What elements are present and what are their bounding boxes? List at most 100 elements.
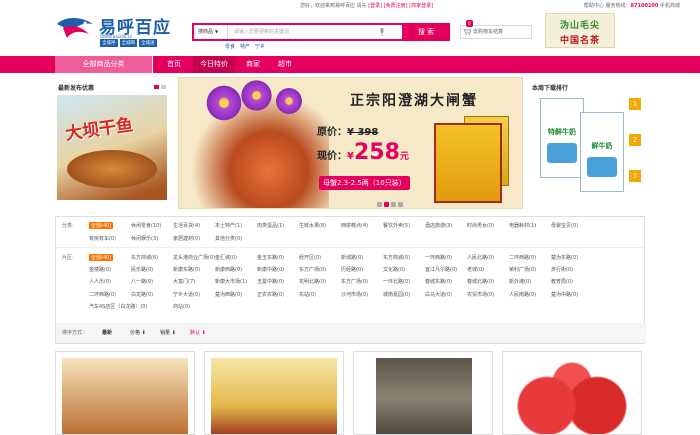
product-card[interactable]: [353, 351, 493, 435]
hot-word-link[interactable]: 宁乡: [255, 43, 265, 50]
filter-option[interactable]: 母婴宝贝(0): [551, 222, 578, 229]
filter-option[interactable]: 有房有车(0): [89, 235, 116, 242]
hot-word-link[interactable]: 特产: [240, 43, 250, 50]
filter-option[interactable]: 东方广场(0): [341, 278, 368, 285]
rank-badge[interactable]: 1: [629, 98, 641, 110]
filter-option[interactable]: 商站(0): [173, 303, 190, 310]
filter-option[interactable]: 其他分类(0): [215, 235, 242, 242]
filter-option[interactable]: 休闲娱乐(3): [131, 235, 158, 242]
filter-option[interactable]: 步行街(0): [551, 266, 573, 273]
filter-option[interactable]: 农贸市场(0): [467, 291, 494, 298]
filter-option[interactable]: 生鲜水果(8): [299, 222, 326, 229]
filter-option[interactable]: 新康东路(0): [173, 266, 200, 273]
filter-option[interactable]: 酒店旅游(3): [425, 222, 452, 229]
filter-option[interactable]: 人民北路(0): [467, 254, 494, 261]
filter-option[interactable]: 生活百货(4): [173, 222, 200, 229]
filter-option[interactable]: 白龙路(0): [131, 291, 153, 298]
site-logo[interactable]: 易呼百应 WWW.bai100.cn 全城呼 全城购 全城送: [55, 12, 195, 48]
nav-item-supermarket[interactable]: 超市: [271, 56, 299, 73]
filter-option[interactable]: 八一路(0): [131, 278, 153, 285]
milk-carton-image[interactable]: 特鲜牛奶: [540, 98, 584, 178]
login-link[interactable]: [登录]: [368, 3, 382, 9]
filter-option[interactable]: 金楼路(0): [89, 266, 111, 273]
filter-option[interactable]: 新城路(0): [341, 254, 363, 261]
filter-option[interactable]: 春城北路(0): [467, 278, 494, 285]
nav-item-daily-deals[interactable]: 今日特价: [193, 56, 235, 73]
cart-button[interactable]: 0 去购物车结算: [460, 20, 532, 39]
filter-option[interactable]: 楚沩东路(0): [551, 254, 578, 261]
filter-option[interactable]: 楚沩中路(0): [551, 291, 578, 298]
sort-default[interactable]: 默认 ⬇: [190, 329, 206, 336]
filter-option[interactable]: 沙河市场(0): [341, 291, 368, 298]
pager-dot[interactable]: [377, 202, 382, 207]
search-input[interactable]: 请输入您要搜索的关键词: [234, 25, 384, 39]
filter-option[interactable]: 白马大道(0): [425, 291, 452, 298]
filter-option[interactable]: 时尚男女(0): [467, 222, 494, 229]
pager-dot[interactable]: [398, 202, 403, 207]
filter-option[interactable]: 人民南路(0): [509, 291, 536, 298]
pager-dot[interactable]: [391, 202, 396, 207]
filter-option[interactable]: 城南嘉园(0): [383, 291, 410, 298]
filter-option[interactable]: 经开区(0): [299, 254, 321, 261]
pager-dot[interactable]: [161, 85, 166, 89]
filter-option[interactable]: 历经路(0): [341, 266, 363, 273]
filter-option[interactable]: 西饼糕点(4): [341, 222, 368, 229]
sort-sales[interactable]: 销量 ⬇: [160, 329, 176, 336]
filter-option[interactable]: 一环西路(0): [425, 254, 452, 261]
mobile-link[interactable]: 手机商城: [660, 3, 680, 9]
filter-option[interactable]: 一环北路(0): [383, 278, 410, 285]
filter-option[interactable]: 新康大市场(1): [215, 278, 247, 285]
filter-option[interactable]: 全部(40): [89, 254, 114, 261]
hot-word-link[interactable]: 零食: [225, 43, 235, 50]
tea-ad-banner[interactable]: 沩山毛尖 中国名茶: [545, 13, 615, 48]
filter-option[interactable]: 肉类蛋品(1): [257, 222, 284, 229]
product-card[interactable]: [502, 351, 642, 435]
filter-option[interactable]: 楚沩西路(0): [215, 291, 242, 298]
nav-item-home[interactable]: 首页: [155, 56, 193, 73]
pager-dot[interactable]: [154, 85, 159, 89]
filter-option[interactable]: 东方广场(0): [299, 266, 326, 273]
filter-option[interactable]: 春城东路(0): [425, 278, 452, 285]
product-card[interactable]: [204, 351, 344, 435]
filter-option[interactable]: 金玉东路(0): [257, 254, 284, 261]
filter-option[interactable]: 东方商城(6): [131, 254, 158, 261]
filter-option[interactable]: 金汇城(0): [215, 254, 237, 261]
pager-dot[interactable]: [384, 202, 389, 207]
hero-banner[interactable]: 正宗阳澄湖大闸蟹 原价：¥ 398 现价：¥258元 母蟹2.3-2.5两（10…: [178, 77, 523, 209]
filter-option[interactable]: 宜江凡尔路(0): [425, 266, 457, 273]
filter-option[interactable]: 人人乐(0): [89, 278, 111, 285]
filter-option[interactable]: 新康中路(0): [257, 266, 284, 273]
all-categories-button[interactable]: 全部商品分类: [55, 56, 153, 73]
filter-option[interactable]: 电器耗材(1): [509, 222, 536, 229]
filter-option[interactable]: 汽车4S店区（白龙路）(0): [89, 303, 147, 310]
filter-option[interactable]: 大富门(7): [173, 278, 195, 285]
filter-option[interactable]: 民乐路(0): [131, 266, 153, 273]
search-button[interactable]: 搜 索: [402, 23, 450, 41]
filter-option[interactable]: 餐饮外卖(5): [383, 222, 410, 229]
filter-option[interactable]: 老城(0): [467, 266, 484, 273]
promo-image[interactable]: 大坝干鱼: [57, 95, 167, 200]
filter-option[interactable]: 全部(40): [89, 222, 114, 229]
filter-option[interactable]: 家居建材(0): [173, 235, 200, 242]
sort-price[interactable]: 价格 ⬇: [130, 329, 146, 336]
filter-option[interactable]: 二环西路(0): [509, 254, 536, 261]
help-center-link[interactable]: 帮助中心: [584, 3, 604, 9]
rank-badge[interactable]: 3: [629, 170, 641, 182]
filter-option[interactable]: 二环西路(0): [89, 291, 116, 298]
nav-item-merchants[interactable]: 商家: [235, 56, 271, 73]
filter-option[interactable]: 东站(0): [299, 291, 316, 298]
filter-option[interactable]: 新外滩(0): [509, 278, 531, 285]
sort-newest[interactable]: 最新: [102, 329, 112, 336]
filter-option[interactable]: 本土特产(1): [215, 222, 242, 229]
product-card[interactable]: [55, 351, 195, 435]
filter-option[interactable]: 龙头港商业广场(0): [173, 254, 215, 261]
filter-option[interactable]: 休闲零食(10): [131, 222, 161, 229]
register-link[interactable]: [免费注册]: [384, 3, 408, 9]
search-scope-select[interactable]: 搜商品 ▼: [194, 25, 228, 39]
milk-carton-image[interactable]: 鲜牛奶: [580, 112, 624, 192]
microphone-icon[interactable]: [379, 28, 385, 36]
business-login-link[interactable]: [商家登录]: [409, 3, 433, 9]
filter-option[interactable]: 教育局(0): [551, 278, 573, 285]
filter-option[interactable]: 新康西路(0): [215, 266, 242, 273]
filter-option[interactable]: 荣利广场(0): [509, 266, 536, 273]
